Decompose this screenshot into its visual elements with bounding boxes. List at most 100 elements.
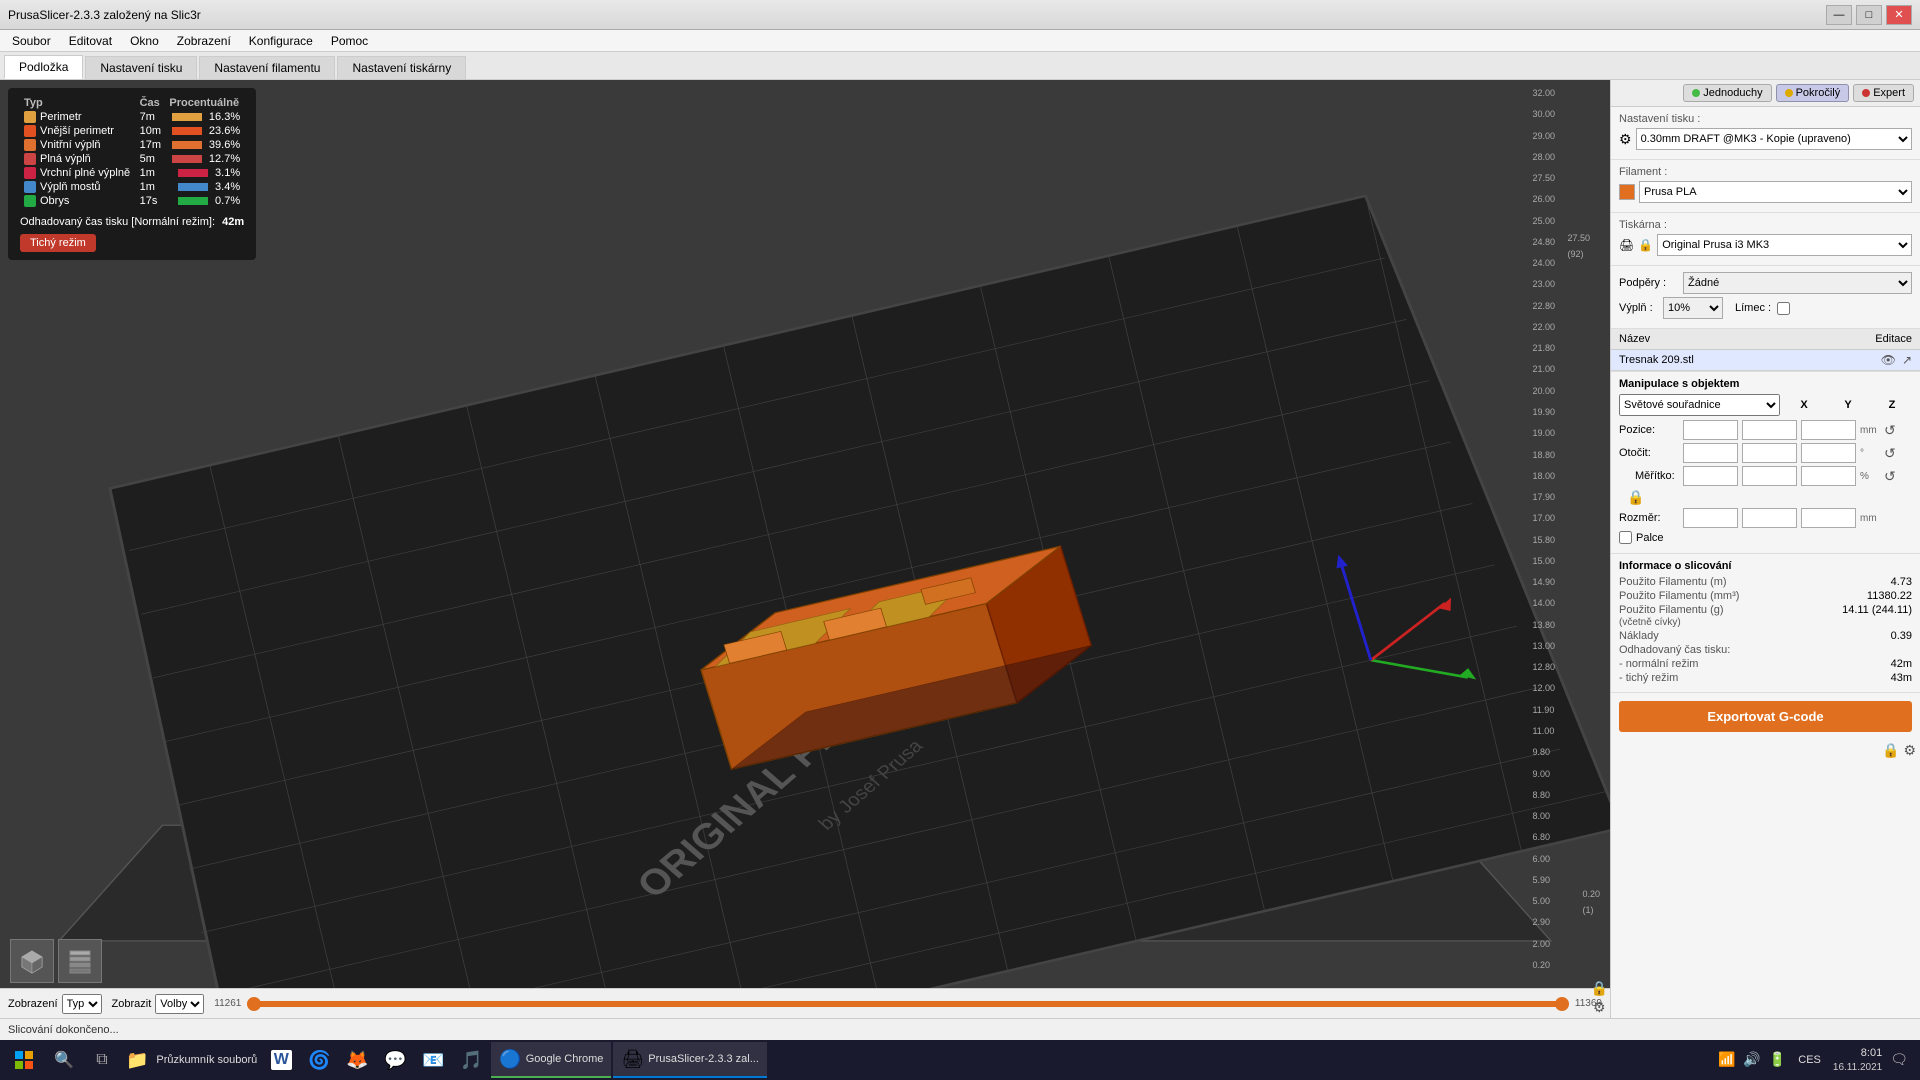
stats-time: 1m — [136, 166, 166, 180]
mode-pokrocily[interactable]: Pokročilý — [1776, 84, 1850, 102]
filament-color-swatch[interactable] — [1619, 184, 1635, 200]
display-select[interactable]: Volby — [155, 994, 204, 1014]
mode-jednoduchy[interactable]: Jednoduchy — [1683, 84, 1771, 102]
lock-scale-icon[interactable]: 🔒 — [1627, 489, 1644, 506]
rotation-z[interactable]: 0 — [1801, 443, 1856, 463]
panel-settings-icon[interactable]: ⚙ — [1903, 742, 1916, 759]
menu-soubor[interactable]: Soubor — [4, 32, 59, 50]
obj-eye-icon[interactable]: 👁 — [1881, 353, 1896, 367]
layer-view-icon[interactable] — [58, 939, 102, 983]
tab-nastaveni-tisku[interactable]: Nastavení tisku — [85, 56, 197, 79]
palce-checkbox[interactable] — [1619, 531, 1632, 544]
display-control[interactable]: Zobrazit Volby — [112, 994, 205, 1014]
position-x[interactable]: 125 — [1683, 420, 1738, 440]
scale-y[interactable]: 50 — [1742, 466, 1797, 486]
settings-icon[interactable]: ⚙ — [1593, 999, 1606, 1016]
scale-reset[interactable]: ↺ — [1884, 468, 1896, 485]
rotation-x[interactable]: 0 — [1683, 443, 1738, 463]
stats-pct: 3.4% — [165, 180, 244, 194]
y-label: 8.80 — [1532, 790, 1555, 800]
menu-okno[interactable]: Okno — [122, 32, 167, 50]
rotation-reset[interactable]: ↺ — [1884, 445, 1896, 462]
maximize-button[interactable]: □ — [1856, 5, 1882, 25]
stats-name: Obrys — [40, 195, 69, 207]
slider-thumb-right[interactable] — [1555, 997, 1569, 1011]
tab-nastaveni-filamentu[interactable]: Nastavení filamentu — [199, 56, 335, 79]
menu-konfigurace[interactable]: Konfigurace — [241, 32, 321, 50]
taskbar-start-button[interactable] — [4, 1042, 44, 1078]
position-z[interactable]: 16.25 — [1801, 420, 1856, 440]
taskbar-app-5[interactable]: 💬 — [377, 1042, 413, 1078]
size-x[interactable]: 60 — [1683, 508, 1738, 528]
y-label: 18.80 — [1532, 450, 1555, 460]
silent-mode-button[interactable]: Tichý režim — [20, 234, 96, 252]
rotation-y[interactable]: 0 — [1742, 443, 1797, 463]
lock-icon[interactable]: 🔒 — [1591, 980, 1608, 997]
infill-select[interactable]: 10% — [1663, 297, 1723, 319]
taskbar-network-icon[interactable]: 📶 — [1718, 1051, 1735, 1068]
menu-editovat[interactable]: Editovat — [61, 32, 120, 50]
position-reset[interactable]: ↺ — [1884, 422, 1896, 439]
printer-select[interactable]: Original Prusa i3 MK3 — [1657, 234, 1912, 256]
mode-expert[interactable]: Expert — [1853, 84, 1914, 102]
print-settings-select[interactable]: 0.30mm DRAFT @MK3 - Kopie (upraveno) — [1636, 128, 1912, 150]
taskbar-app-prusaslicer[interactable]: 🖨 PrusaSlicer-2.3.3 zal... — [613, 1042, 767, 1078]
size-z[interactable]: 32.5 — [1801, 508, 1856, 528]
word-icon: W — [271, 1050, 292, 1070]
taskbar-search[interactable]: 🔍 — [46, 1042, 82, 1078]
panel-bottom-icons: 🔒 ⚙ — [1611, 740, 1920, 761]
size-y[interactable]: 25 — [1742, 508, 1797, 528]
zoom-control[interactable]: Zobrazení Typ — [8, 994, 102, 1014]
y-label: 15.80 — [1532, 535, 1555, 545]
y-label: 22.00 — [1532, 322, 1555, 332]
scale-z[interactable]: 50 — [1801, 466, 1856, 486]
taskbar-battery-icon[interactable]: 🔋 — [1769, 1051, 1786, 1068]
viewport[interactable]: ORIGINAL PRUSA i3 MK3 by Josef Prusa — [0, 80, 1610, 1018]
brim-checkbox[interactable] — [1777, 302, 1790, 315]
tab-podlozka[interactable]: Podložka — [4, 55, 83, 79]
panel-lock-icon[interactable]: 🔒 — [1882, 742, 1899, 759]
estimated-time-value: 42m — [222, 216, 244, 228]
costs-label: Náklady — [1619, 630, 1659, 642]
close-button[interactable]: ✕ — [1886, 5, 1912, 25]
taskbar-app-chrome[interactable]: 🔵 Google Chrome — [491, 1042, 611, 1078]
taskbar-notifications[interactable]: 🗨 — [1890, 1051, 1908, 1068]
stats-name: Perimetr — [40, 111, 82, 123]
tab-nastaveni-tiskarny[interactable]: Nastavení tiskárny — [337, 56, 466, 79]
minimize-button[interactable]: — — [1826, 5, 1852, 25]
taskbar-app-firefox[interactable]: 🦊 — [339, 1042, 375, 1078]
obj-header-edit: Editace — [1875, 333, 1912, 345]
y-label: 19.90 — [1532, 407, 1555, 417]
layer-slider-area: 11261 11369 — [214, 998, 1602, 1009]
taskbar-app-explorer[interactable]: 📁 Průzkumník souborů — [122, 1042, 261, 1078]
export-gcode-button[interactable]: Exportovat G-code — [1619, 701, 1912, 732]
size-unit: mm — [1860, 513, 1880, 524]
taskbar-app-media[interactable]: 🎵 — [453, 1042, 489, 1078]
filament-select[interactable]: Prusa PLA — [1639, 181, 1912, 203]
taskbar-taskview[interactable]: ⧉ — [84, 1042, 120, 1078]
menu-zobrazeni[interactable]: Zobrazení — [169, 32, 239, 50]
estimated-label: Odhadovaný čas tisku [Normální režim]: — [20, 216, 215, 228]
mode-dot-pokrocily — [1785, 89, 1793, 97]
explorer-icon: 📁 — [126, 1050, 148, 1071]
size-row: Rozměr: 60 25 32.5 mm — [1619, 508, 1912, 528]
slider-thumb-left[interactable] — [247, 997, 261, 1011]
tab-bar: Podložka Nastavení tisku Nastavení filam… — [0, 52, 1920, 80]
taskbar-sound-icon[interactable]: 🔊 — [1743, 1051, 1760, 1068]
position-y[interactable]: 105 — [1742, 420, 1797, 440]
coord-system-select[interactable]: Světové souřadnice — [1619, 394, 1780, 416]
taskbar-app-word[interactable]: W — [263, 1042, 299, 1078]
taskbar-app-mail[interactable]: 📧 — [415, 1042, 451, 1078]
taskbar-time[interactable]: 8:01 16.11.2021 — [1833, 1046, 1882, 1073]
stats-time: 17s — [136, 194, 166, 208]
costs-value: 0.39 — [1891, 630, 1912, 642]
menu-pomoc[interactable]: Pomoc — [323, 32, 376, 50]
taskbar-app-edge[interactable]: 🌀 — [301, 1042, 337, 1078]
scale-x[interactable]: 50 — [1683, 466, 1738, 486]
3d-view-icon[interactable] — [10, 939, 54, 983]
layer-slider[interactable] — [247, 1001, 1569, 1007]
obj-edit-icon[interactable]: ↗ — [1902, 353, 1912, 367]
taskbar-lang: CES — [1794, 1054, 1825, 1066]
supports-select[interactable]: Žádné — [1683, 272, 1912, 294]
zoom-select[interactable]: Typ — [62, 994, 102, 1014]
